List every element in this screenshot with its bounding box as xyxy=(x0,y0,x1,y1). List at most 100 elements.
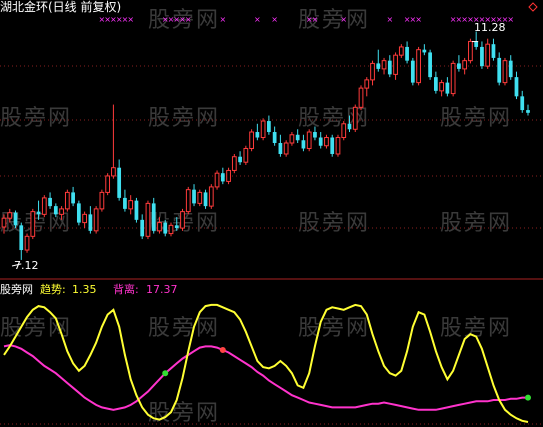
candle-body xyxy=(24,235,30,251)
candle-body xyxy=(174,225,179,229)
candle-body xyxy=(450,62,456,95)
candle-body xyxy=(231,156,237,171)
trend-label: 趋势: xyxy=(40,283,66,296)
deviation-value: 17.37 xyxy=(146,283,178,296)
signal-marker: × xyxy=(127,15,134,24)
candle-body xyxy=(192,189,196,204)
signal-marker: × xyxy=(507,15,514,24)
candle-body xyxy=(220,173,225,182)
candle-body xyxy=(93,208,99,232)
candle-body xyxy=(462,60,468,70)
candle-body xyxy=(71,192,75,204)
candle-body xyxy=(13,212,18,226)
cross-point-marker xyxy=(162,370,169,377)
candle-body xyxy=(283,142,289,155)
candle-body xyxy=(433,77,438,91)
signal-marker: × xyxy=(185,15,192,24)
candle-body xyxy=(358,87,364,108)
price-and-indicator-chart[interactable]: × × × × × × × × × × × × × × × × × × × × × × × × × × × × × × × × xyxy=(0,0,543,427)
candle-body xyxy=(145,202,151,237)
candle-body xyxy=(105,175,111,193)
stock-chart-window: 股旁网 股旁网 股旁网 股旁网 股旁网 股旁网 股旁网 股旁网 股旁网 股旁网 … xyxy=(0,0,543,427)
diamond-icon[interactable] xyxy=(528,2,538,12)
candle-body xyxy=(208,186,214,207)
candlesticks xyxy=(1,31,530,260)
candle-body xyxy=(117,167,122,198)
trend-value: 1.35 xyxy=(72,283,97,296)
candle-body xyxy=(157,222,162,232)
signal-marker: × xyxy=(271,15,278,24)
candle-body xyxy=(168,224,174,235)
candle-body xyxy=(134,200,139,220)
high-price-label: 11.28 xyxy=(474,21,506,34)
candle-body xyxy=(243,147,249,163)
candle-body xyxy=(272,132,277,143)
candle-body xyxy=(381,60,387,70)
candle-body xyxy=(99,191,105,210)
candle-body xyxy=(439,82,444,92)
candle-body xyxy=(502,60,508,84)
candle-body xyxy=(491,44,496,58)
candle-body xyxy=(53,206,58,215)
candle-body xyxy=(30,211,36,237)
candle-body xyxy=(185,189,191,213)
candle-body xyxy=(278,143,283,154)
candle-body xyxy=(267,121,271,133)
candle-body xyxy=(64,191,70,210)
candle-body xyxy=(393,54,398,75)
candle-body xyxy=(376,63,381,69)
candle-body xyxy=(48,197,52,207)
candle-body xyxy=(197,191,203,204)
candle-body xyxy=(289,134,295,144)
candle-body xyxy=(306,131,312,149)
candle-body xyxy=(370,62,375,81)
candle-body xyxy=(335,137,341,155)
candle-body xyxy=(203,192,208,207)
indicator-name: 股旁网 xyxy=(0,283,33,296)
candle-body xyxy=(19,225,24,251)
deviation-label: 背离: xyxy=(113,283,139,296)
candle-body xyxy=(1,217,7,228)
candle-body xyxy=(318,137,323,146)
candle-body xyxy=(398,46,404,56)
indicator-lines xyxy=(3,303,531,423)
candle-body xyxy=(249,131,254,149)
candle-body xyxy=(324,137,329,147)
candle-body xyxy=(163,222,168,234)
signal-marker: × xyxy=(415,15,422,24)
trend-line xyxy=(3,303,529,423)
candle-body xyxy=(41,197,47,215)
candle-body xyxy=(526,110,530,113)
candle-body xyxy=(123,197,127,209)
candle-body xyxy=(36,211,41,215)
candle-body xyxy=(347,123,352,130)
candle-body xyxy=(457,63,461,69)
candle-body xyxy=(180,211,185,229)
signal-marker: × xyxy=(386,15,393,24)
candle-body xyxy=(410,60,415,83)
signal-marker: × xyxy=(340,15,347,24)
candle-body xyxy=(295,134,300,141)
candle-body xyxy=(341,123,347,139)
candle-body xyxy=(405,46,409,61)
signal-marker: × xyxy=(312,15,319,24)
candle-body xyxy=(474,41,479,47)
candle-body xyxy=(238,156,242,163)
candle-body xyxy=(514,77,519,97)
candle-body xyxy=(508,60,513,78)
candle-body xyxy=(497,57,502,83)
candle-body xyxy=(422,49,427,53)
candle-body xyxy=(428,52,432,78)
candle-body xyxy=(128,200,134,210)
candle-body xyxy=(111,167,116,177)
candle-body xyxy=(485,43,491,67)
candle-body xyxy=(76,203,81,223)
candle-body xyxy=(416,49,421,84)
candle-body xyxy=(387,60,392,75)
candle-body xyxy=(260,120,266,139)
cross-point-marker xyxy=(219,347,226,354)
candle-body xyxy=(313,132,317,138)
candle-body xyxy=(445,82,450,94)
candle-body xyxy=(301,140,306,149)
signal-marker: × xyxy=(219,15,226,24)
